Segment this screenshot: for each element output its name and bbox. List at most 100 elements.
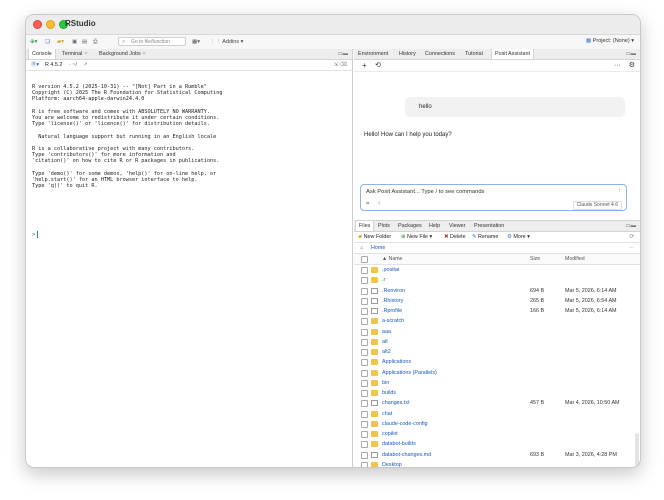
file-row[interactable]: alt bbox=[354, 337, 640, 347]
file-row[interactable]: chat bbox=[354, 409, 640, 419]
tab-console[interactable]: Console bbox=[28, 49, 56, 59]
row-checkbox[interactable] bbox=[361, 420, 368, 428]
save-icon[interactable]: ▣ bbox=[72, 38, 77, 46]
assistant-input[interactable]: Ask Posit Assistant... Type / to see com… bbox=[360, 184, 627, 211]
file-name[interactable]: Applications (Parallels) bbox=[382, 368, 437, 378]
column-size[interactable]: Size bbox=[530, 254, 540, 264]
file-name[interactable]: alt bbox=[382, 337, 388, 347]
file-name[interactable]: claude-code-config bbox=[382, 419, 428, 429]
row-checkbox[interactable] bbox=[361, 277, 368, 285]
more-options-icon[interactable]: ··· bbox=[614, 60, 621, 71]
row-checkbox[interactable] bbox=[361, 461, 368, 467]
file-row[interactable]: bin bbox=[354, 378, 640, 388]
close-window-button[interactable] bbox=[33, 20, 42, 29]
file-row[interactable]: a-scratch bbox=[354, 316, 640, 326]
file-row[interactable]: .Rprofile 166 B Mar 5, 2026, 6:14 AM bbox=[354, 306, 640, 316]
tab-tutorial[interactable]: Tutorial bbox=[462, 49, 486, 59]
row-checkbox[interactable] bbox=[361, 267, 368, 274]
file-name[interactable]: changes.txt bbox=[382, 398, 410, 408]
rename-button[interactable]: ✎ Rename bbox=[472, 232, 498, 242]
tab-background-jobs[interactable]: Background Jobs × bbox=[96, 49, 149, 59]
history-icon[interactable]: ⟲ bbox=[375, 60, 381, 71]
row-checkbox[interactable] bbox=[361, 359, 368, 367]
file-row[interactable]: aaa bbox=[354, 327, 640, 337]
file-row[interactable]: claude-code-config bbox=[354, 419, 640, 429]
attach-icon[interactable]: ⌗ bbox=[366, 201, 369, 208]
file-row[interactable]: databot-builds bbox=[354, 439, 640, 449]
tab-files[interactable]: Files bbox=[355, 221, 375, 231]
row-checkbox[interactable] bbox=[361, 431, 368, 438]
send-arrow-icon[interactable]: ↑ bbox=[618, 188, 621, 194]
new-file-icon[interactable]: ⊕▾ bbox=[30, 38, 37, 46]
file-row[interactable]: copilot bbox=[354, 429, 640, 439]
select-all-checkbox[interactable] bbox=[361, 256, 368, 263]
file-name[interactable]: .Rprofile bbox=[382, 306, 402, 316]
tab-viewer[interactable]: Viewer bbox=[446, 221, 468, 231]
row-checkbox[interactable] bbox=[361, 328, 368, 336]
file-row[interactable]: .r bbox=[354, 275, 640, 285]
minimize-window-button[interactable] bbox=[46, 20, 55, 29]
file-row[interactable]: .Rhistory 265 B Mar 5, 2026, 6:54 AM bbox=[354, 296, 640, 306]
file-name[interactable]: chat bbox=[382, 409, 392, 419]
clear-console-icon[interactable]: ⌫ bbox=[339, 60, 347, 70]
maximize-pane-icon[interactable]: ▭▬ bbox=[626, 221, 636, 231]
tab-environment[interactable]: Environment bbox=[355, 49, 391, 59]
row-checkbox[interactable] bbox=[361, 441, 368, 449]
row-checkbox[interactable] bbox=[361, 379, 368, 387]
tab-posit-assistant[interactable]: Posit Assistant bbox=[491, 49, 535, 59]
file-name[interactable]: builds bbox=[382, 388, 396, 398]
row-checkbox[interactable] bbox=[361, 390, 368, 397]
scrollbar[interactable] bbox=[635, 433, 639, 467]
ellipsis-icon[interactable]: ··· bbox=[629, 243, 634, 253]
file-name[interactable]: .Rhistory bbox=[382, 296, 403, 306]
row-checkbox[interactable] bbox=[361, 318, 368, 326]
new-chat-icon[interactable]: + bbox=[362, 60, 367, 71]
row-checkbox[interactable] bbox=[361, 349, 368, 356]
row-checkbox[interactable] bbox=[361, 308, 368, 315]
breadcrumb-home[interactable]: Home bbox=[371, 243, 385, 253]
lightbulb-icon[interactable]: ♀ bbox=[377, 201, 382, 207]
go-to-directory-icon[interactable]: ↗ bbox=[83, 60, 88, 70]
expand-icon[interactable]: ⇲ bbox=[333, 60, 338, 70]
console-prompt[interactable]: > bbox=[32, 231, 39, 238]
row-checkbox[interactable] bbox=[361, 297, 368, 305]
working-directory[interactable]: · ~/ bbox=[69, 60, 77, 70]
file-name[interactable]: .r bbox=[382, 275, 385, 285]
file-name[interactable]: databot-changes.md bbox=[382, 450, 431, 460]
row-checkbox[interactable] bbox=[361, 410, 368, 418]
settings-gear-icon[interactable]: ⚙ bbox=[629, 60, 635, 71]
refresh-icon[interactable]: ⟳ bbox=[629, 232, 634, 242]
tab-connections[interactable]: Connections bbox=[422, 49, 458, 59]
file-row[interactable]: databot-changes.md 693 B Mar 3, 2026, 4:28… bbox=[354, 450, 640, 460]
tab-terminal[interactable]: Terminal × bbox=[59, 49, 91, 59]
maximize-pane-icon[interactable]: ▭▬ bbox=[626, 49, 636, 59]
home-icon[interactable]: ⌂ bbox=[360, 243, 363, 253]
open-file-icon[interactable]: ▰▾ bbox=[57, 38, 64, 46]
file-row[interactable]: alt2 bbox=[354, 347, 640, 357]
file-row[interactable]: .Renviron 694 B Mar 5, 2026, 6:14 AM bbox=[354, 286, 640, 296]
file-name[interactable]: alt2 bbox=[382, 347, 391, 357]
file-name[interactable]: a-scratch bbox=[382, 316, 404, 326]
tab-packages[interactable]: Packages bbox=[395, 221, 425, 231]
row-checkbox[interactable] bbox=[361, 400, 368, 408]
addins-menu[interactable]: ⋮⋮ Addins ▾ bbox=[210, 38, 243, 46]
tab-history[interactable]: History bbox=[396, 49, 419, 59]
tab-plots[interactable]: Plots bbox=[375, 221, 393, 231]
row-checkbox[interactable] bbox=[361, 338, 368, 346]
print-icon[interactable]: ⎙ bbox=[93, 38, 97, 46]
file-name[interactable]: databot-builds bbox=[382, 439, 416, 449]
new-file-button[interactable]: ⊕ New File ▾ bbox=[401, 232, 432, 242]
file-row[interactable]: Applications (Parallels) bbox=[354, 368, 640, 378]
close-tab-icon[interactable]: × bbox=[84, 51, 87, 57]
tab-help[interactable]: Help bbox=[426, 221, 443, 231]
row-checkbox[interactable] bbox=[361, 451, 368, 459]
file-row[interactable]: .positai bbox=[354, 265, 640, 275]
file-name[interactable]: .Renviron bbox=[382, 286, 405, 296]
save-all-icon[interactable]: ▤ bbox=[82, 38, 87, 46]
row-checkbox[interactable] bbox=[361, 369, 368, 377]
row-checkbox[interactable] bbox=[361, 287, 368, 295]
column-name[interactable]: ▲ Name bbox=[382, 254, 402, 264]
tab-presentation[interactable]: Presentation bbox=[471, 221, 507, 231]
file-name[interactable]: .positai bbox=[382, 265, 399, 275]
project-menu[interactable]: ▩ Project: (None) ▾ bbox=[586, 38, 634, 44]
